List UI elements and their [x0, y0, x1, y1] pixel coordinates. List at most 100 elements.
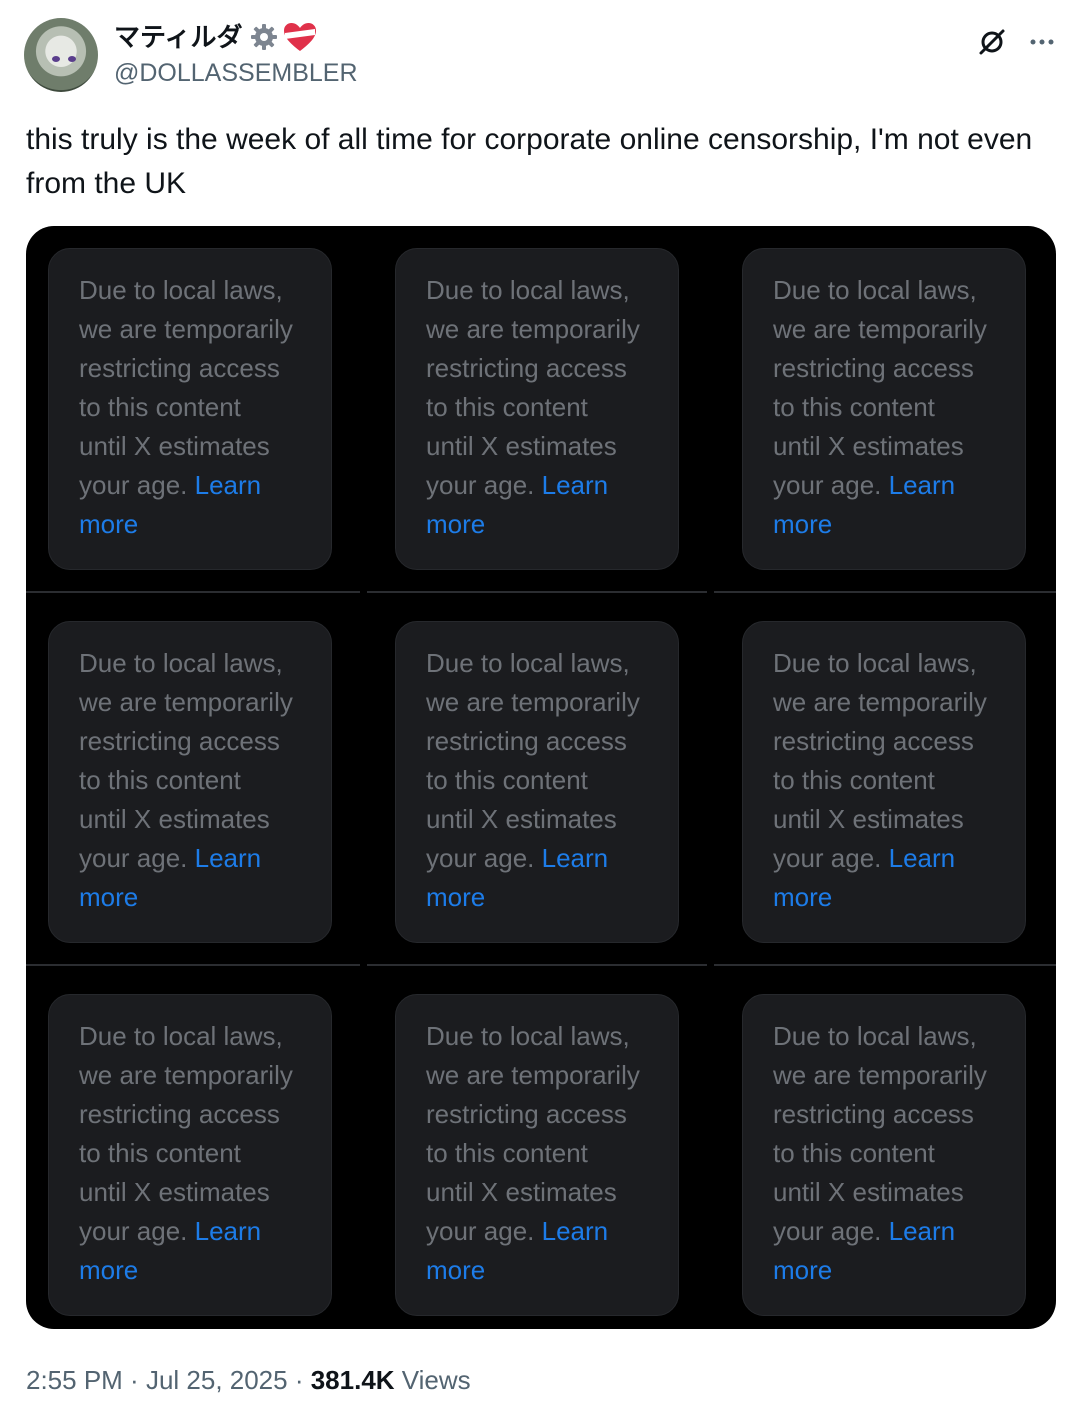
learn-more-link[interactable]: Learn — [195, 1216, 262, 1246]
learn-more-link[interactable]: more — [773, 1251, 1011, 1290]
card-line: Due to local laws, — [773, 275, 977, 305]
restricted-content-card: Due to local laws, we are temporarily re… — [395, 994, 679, 1316]
learn-more-link[interactable]: Learn — [542, 470, 609, 500]
card-line: your age. Learn — [773, 1216, 956, 1246]
author-display-name[interactable]: マティルダ — [114, 20, 242, 54]
card-line: until X estimates — [426, 804, 617, 834]
card-line: until X estimates — [773, 1177, 964, 1207]
learn-more-link[interactable]: more — [79, 1251, 317, 1290]
card-line: your age. Learn — [79, 470, 262, 500]
card-line: we are temporarily — [773, 1060, 987, 1090]
learn-more-link[interactable]: Learn — [195, 470, 262, 500]
card-line: we are temporarily — [773, 314, 987, 344]
learn-more-link[interactable]: Learn — [542, 1216, 609, 1246]
learn-more-link[interactable]: Learn — [889, 1216, 956, 1246]
grok-icon[interactable] — [974, 24, 1010, 60]
card-line: until X estimates — [79, 431, 270, 461]
learn-more-link[interactable]: more — [426, 878, 664, 917]
gear-icon — [251, 24, 278, 50]
card-line: restricting access — [426, 726, 627, 756]
grid-divider — [714, 591, 1056, 593]
learn-more-link[interactable]: Learn — [542, 843, 609, 873]
card-line: Due to local laws, — [79, 648, 283, 678]
card-line: until X estimates — [79, 1177, 270, 1207]
card-line: to this content — [426, 765, 588, 795]
restricted-content-card: Due to local laws, we are temporarily re… — [742, 248, 1026, 570]
learn-more-link[interactable]: more — [426, 505, 664, 544]
card-line: until X estimates — [426, 1177, 617, 1207]
learn-more-link[interactable]: Learn — [195, 843, 262, 873]
card-line: we are temporarily — [426, 314, 640, 344]
card-line: Due to local laws, — [79, 275, 283, 305]
card-line: your age. Learn — [79, 1216, 262, 1246]
card-line: Due to local laws, — [426, 1021, 630, 1051]
card-line: restricting access — [773, 726, 974, 756]
tweet-time[interactable]: 2:55 PM — [26, 1365, 123, 1395]
card-line: we are temporarily — [79, 687, 293, 717]
tweet-media[interactable]: Due to local laws, we are temporarily re… — [26, 226, 1056, 1329]
card-line: your age. Learn — [79, 843, 262, 873]
heart-icon — [284, 23, 317, 51]
card-line: we are temporarily — [79, 314, 293, 344]
author-handle[interactable]: @DOLLASSEMBLER — [114, 57, 358, 89]
grid-divider — [26, 964, 360, 966]
learn-more-link[interactable]: more — [426, 1251, 664, 1290]
views-label: Views — [394, 1365, 471, 1395]
footer-separator: · — [122, 1365, 146, 1395]
card-line: restricting access — [79, 353, 280, 383]
restricted-content-card: Due to local laws, we are temporarily re… — [742, 994, 1026, 1316]
card-line: restricting access — [426, 1099, 627, 1129]
learn-more-link[interactable]: more — [79, 878, 317, 917]
restricted-content-card: Due to local laws, we are temporarily re… — [742, 621, 1026, 943]
views-count[interactable]: 381.4K — [311, 1365, 395, 1395]
card-line: until X estimates — [426, 431, 617, 461]
author-display-name-row[interactable]: マティルダ — [114, 20, 318, 54]
more-icon[interactable] — [1024, 24, 1060, 60]
tweet-text: this truly is the week of all time for c… — [26, 123, 1033, 200]
avatar-eye-left — [52, 56, 60, 62]
learn-more-link[interactable]: more — [79, 505, 317, 544]
card-line: until X estimates — [773, 804, 964, 834]
card-line: Due to local laws, — [773, 1021, 977, 1051]
card-line: your age. Learn — [426, 470, 609, 500]
learn-more-link[interactable]: more — [773, 878, 1011, 917]
card-line: restricting access — [773, 353, 974, 383]
restricted-content-card: Due to local laws, we are temporarily re… — [48, 994, 332, 1316]
card-line: restricting access — [79, 1099, 280, 1129]
card-line: restricting access — [79, 726, 280, 756]
learn-more-link[interactable]: Learn — [889, 843, 956, 873]
card-line: we are temporarily — [426, 1060, 640, 1090]
tweet-footer: 2:55 PM · Jul 25, 2025 · 381.4K Views — [26, 1362, 471, 1398]
learn-more-link[interactable]: more — [773, 505, 1011, 544]
grid-divider — [26, 591, 360, 593]
card-line: Due to local laws, — [773, 648, 977, 678]
card-line: to this content — [79, 765, 241, 795]
card-line: your age. Learn — [773, 843, 956, 873]
restricted-content-card: Due to local laws, we are temporarily re… — [395, 248, 679, 570]
author-badges — [248, 21, 318, 53]
card-line: Due to local laws, — [79, 1021, 283, 1051]
card-line: to this content — [773, 765, 935, 795]
card-line: to this content — [426, 1138, 588, 1168]
grid-divider — [714, 964, 1056, 966]
footer-separator: · — [287, 1365, 311, 1395]
author-avatar[interactable] — [24, 18, 98, 92]
card-line: to this content — [79, 1138, 241, 1168]
card-line: restricting access — [773, 1099, 974, 1129]
card-line: until X estimates — [773, 431, 964, 461]
grid-divider — [367, 964, 707, 966]
learn-more-link[interactable]: Learn — [889, 470, 956, 500]
tweet-date[interactable]: Jul 25, 2025 — [146, 1365, 288, 1395]
grid-divider — [367, 591, 707, 593]
card-line: your age. Learn — [426, 1216, 609, 1246]
card-line: we are temporarily — [773, 687, 987, 717]
card-line: we are temporarily — [79, 1060, 293, 1090]
restricted-content-card: Due to local laws, we are temporarily re… — [395, 621, 679, 943]
card-line: to this content — [79, 392, 241, 422]
card-line: restricting access — [426, 353, 627, 383]
card-line: to this content — [773, 392, 935, 422]
restricted-content-card: Due to local laws, we are temporarily re… — [48, 248, 332, 570]
avatar-eye-right — [68, 56, 76, 62]
card-line: until X estimates — [79, 804, 270, 834]
card-line: we are temporarily — [426, 687, 640, 717]
